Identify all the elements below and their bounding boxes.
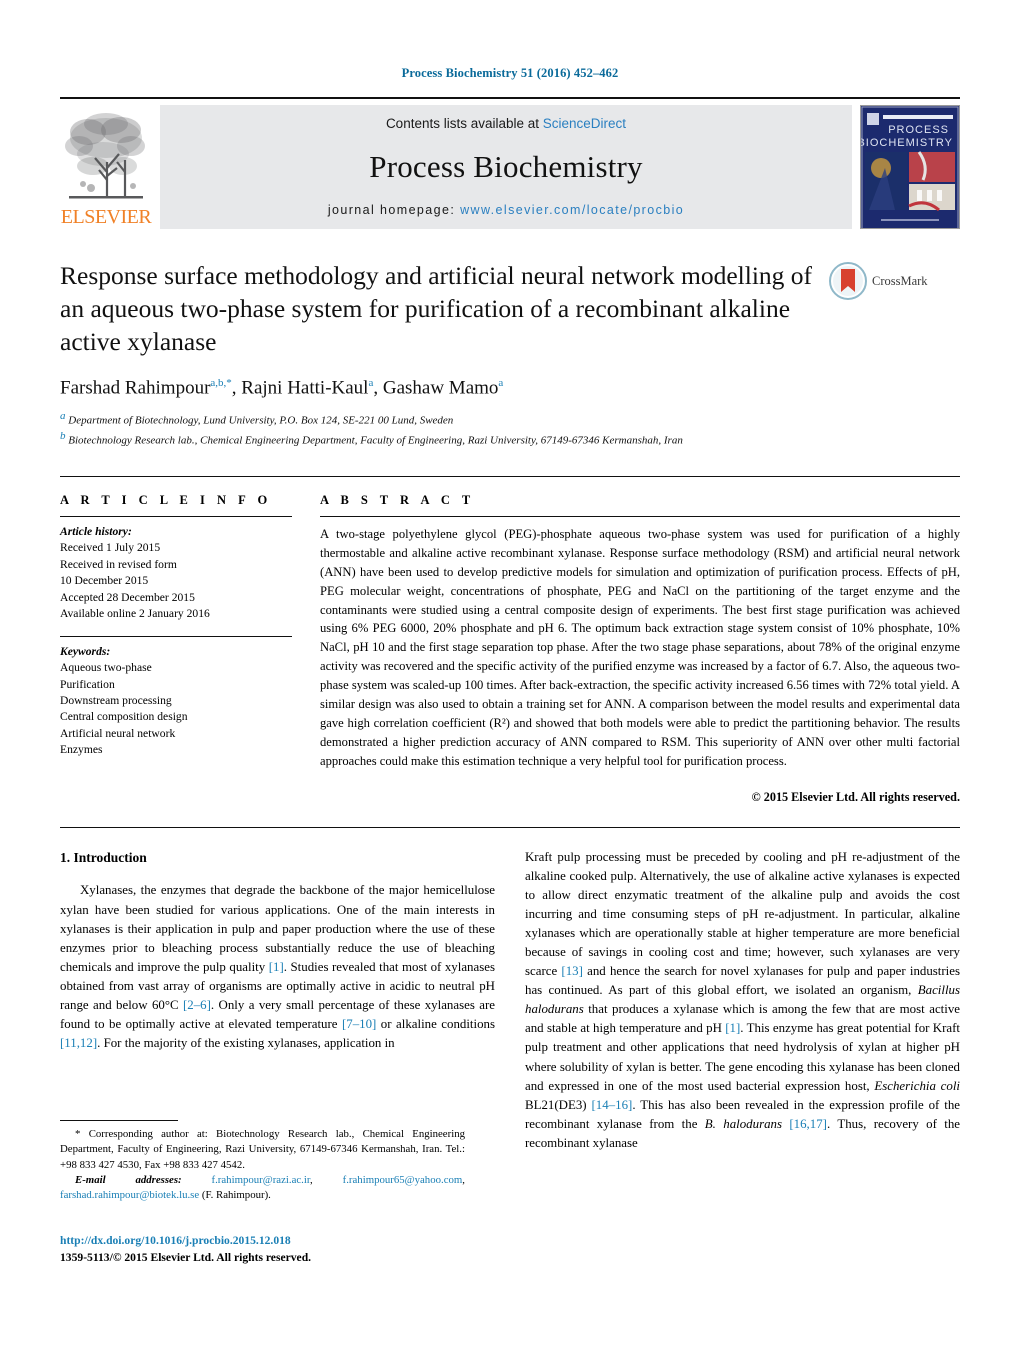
copyright-line: © 2015 Elsevier Ltd. All rights reserved… [751, 789, 960, 804]
organism-name: B. halodurans [704, 1116, 782, 1131]
keywords-label: Keywords: [60, 644, 111, 658]
article-page: Process Biochemistry 51 (2016) 452–462 E… [0, 0, 1020, 1351]
citation-ref[interactable]: [16,17] [789, 1117, 827, 1131]
intro-r-text-5: BL21(DE3) [525, 1097, 592, 1112]
citation-ref[interactable]: [1] [269, 960, 284, 974]
crossmark-label: CrossMark [872, 273, 928, 288]
intro-text-4: or alkaline conditions [376, 1017, 495, 1032]
intro-paragraph-right: Kraft pulp processing must be preceded b… [525, 848, 960, 1154]
abstract-heading: A B S T R A C T [320, 492, 475, 507]
history-item: Received in revised form [60, 557, 177, 571]
keyword-item: Enzymes [60, 743, 103, 757]
affiliation-item: a Department of Biotechnology, Lund Univ… [60, 409, 960, 430]
page-title: Response surface methodology and artific… [60, 261, 813, 357]
article-history-label: Article history: [60, 524, 132, 538]
email-suffix: (F. Rahimpour). [201, 1189, 271, 1202]
info-abstract-section: A R T I C L E I N F O Article history: R… [60, 475, 960, 805]
keyword-item: Aqueous two-phase [60, 661, 152, 675]
intro-text-5: . For the majority of the existing xylan… [97, 1036, 395, 1051]
keywords-rule [60, 635, 292, 637]
history-item: Available online 2 January 2016 [60, 607, 210, 621]
corresponding-author-text: Corresponding author at: Biotechnology R… [60, 1128, 465, 1171]
citation-ref[interactable]: [13] [561, 964, 582, 978]
author-affil-mark: a,b,* [210, 377, 232, 390]
author-name: Gashaw Mamo [382, 377, 499, 399]
citation-ref[interactable]: [11,12] [60, 1036, 97, 1050]
keyword-item: Purification [60, 677, 115, 691]
body-columns: 1. Introduction Xylanases, the enzymes t… [60, 848, 960, 1154]
keyword-item: Central composition design [60, 710, 188, 724]
crossmark-icon [829, 262, 867, 300]
abstract-rule [320, 515, 960, 517]
journal-homepage-line: journal homepage: www.elsevier.com/locat… [328, 203, 684, 217]
history-item: Accepted 28 December 2015 [60, 590, 195, 604]
history-item: 10 December 2015 [60, 574, 149, 588]
body-column-right: Kraft pulp processing must be preceded b… [525, 848, 960, 1154]
homepage-prefix: journal homepage: [327, 203, 461, 217]
author-affil-mark: a [498, 377, 504, 390]
body-column-left: 1. Introduction Xylanases, the enzymes t… [60, 848, 495, 1154]
journal-band: Contents lists available at ScienceDirec… [160, 105, 852, 229]
sciencedirect-link[interactable]: ScienceDirect [543, 116, 626, 131]
journal-title: Process Biochemistry [369, 149, 643, 184]
keyword-item: Artificial neural network [60, 726, 176, 740]
author-name: Farshad Rahimpour [60, 377, 211, 399]
elsevier-wordmark: ELSEVIER [60, 206, 152, 228]
contents-line: Contents lists available at ScienceDirec… [386, 116, 626, 131]
svg-text:PROCESS: PROCESS [888, 124, 949, 136]
issn-copyright-line: 1359-5113/© 2015 Elsevier Ltd. All right… [60, 1250, 312, 1264]
author-affil-mark: a [368, 377, 374, 390]
organism-name: Escherichia coli [874, 1078, 960, 1093]
affiliation-text: Department of Biotechnology, Lund Univer… [68, 414, 454, 427]
email-link[interactable]: f.rahimpour65@yahoo.com [343, 1174, 463, 1186]
affiliation-mark: b [60, 430, 66, 443]
running-head: Process Biochemistry 51 (2016) 452–462 [401, 66, 619, 80]
section-heading-introduction: 1. Introduction [60, 849, 147, 865]
doi-link[interactable]: http://dx.doi.org/10.1016/j.procbio.2015… [60, 1233, 311, 1250]
svg-text:BIOCHEMISTRY: BIOCHEMISTRY [861, 137, 953, 149]
citation-ref[interactable]: [2–6] [183, 998, 211, 1012]
article-info-rule [60, 515, 292, 517]
email-link[interactable]: farshad.rahimpour@biotek.lu.se [60, 1189, 199, 1201]
citation-ref[interactable]: [1] [725, 1021, 740, 1035]
contents-prefix: Contents lists available at [385, 116, 543, 131]
footnote-rule [60, 1120, 178, 1121]
affiliation-mark: a [60, 409, 66, 422]
citation-ref[interactable]: [7–10] [342, 1017, 376, 1031]
corresponding-author-note: * Corresponding author at: Biotechnology… [60, 1127, 465, 1173]
citation-ref[interactable]: [14–16] [592, 1098, 633, 1112]
crossmark-badge[interactable]: CrossMark [828, 261, 960, 301]
abstract-text: A two-stage polyethylene glycol (PEG)-ph… [320, 526, 960, 768]
doi-block: http://dx.doi.org/10.1016/j.procbio.2015… [60, 1233, 311, 1267]
footnote-star: * [75, 1128, 81, 1140]
article-info-heading: A R T I C L E I N F O [60, 492, 272, 507]
author-name: Rajni Hatti-Kaul [241, 377, 369, 399]
journal-cover-thumbnail: PROCESS BIOCHEMISTRY [860, 105, 960, 229]
keywords-group: Keywords: Aqueous two-phase Purification… [60, 644, 292, 759]
elsevier-logo: ELSEVIER [60, 105, 152, 229]
masthead: ELSEVIER Contents lists available at Sci… [60, 97, 960, 229]
keyword-item: Downstream processing [60, 694, 172, 708]
body-divider [60, 826, 960, 828]
intro-paragraph-left: Xylanases, the enzymes that degrade the … [60, 881, 495, 1053]
affiliation-item: b Biotechnology Research lab., Chemical … [60, 429, 960, 450]
email-link[interactable]: f.rahimpour@razi.ac.ir [212, 1174, 311, 1186]
title-block: Response surface methodology and artific… [60, 259, 960, 450]
article-history-group: Article history: Received 1 July 2015 Re… [60, 524, 292, 623]
elsevier-tree-icon [65, 113, 145, 199]
intro-r-text-2: and hence the search for novel xylanases… [525, 964, 960, 998]
affiliation-text: Biotechnology Research lab., Chemical En… [68, 435, 683, 447]
homepage-url[interactable]: www.elsevier.com/locate/procbio [460, 203, 684, 217]
email-label: E-mail addresses: [75, 1173, 182, 1186]
cover-art: PROCESS BIOCHEMISTRY [861, 106, 959, 228]
intro-r-text-1: Kraft pulp processing must be preceded b… [525, 849, 960, 979]
footnote-block: * Corresponding author at: Biotechnology… [60, 1120, 465, 1204]
article-info-column: A R T I C L E I N F O Article history: R… [60, 493, 292, 805]
author-list: Farshad Rahimpoura,b,*, Rajni Hatti-Kaul… [60, 377, 504, 399]
affiliation-list: a Department of Biotechnology, Lund Univ… [60, 409, 960, 450]
history-item: Received 1 July 2015 [60, 541, 161, 555]
email-note: E-mail addresses: f.rahimpour@razi.ac.ir… [60, 1173, 465, 1202]
abstract-column: A B S T R A C T A two-stage polyethylene… [320, 493, 960, 805]
